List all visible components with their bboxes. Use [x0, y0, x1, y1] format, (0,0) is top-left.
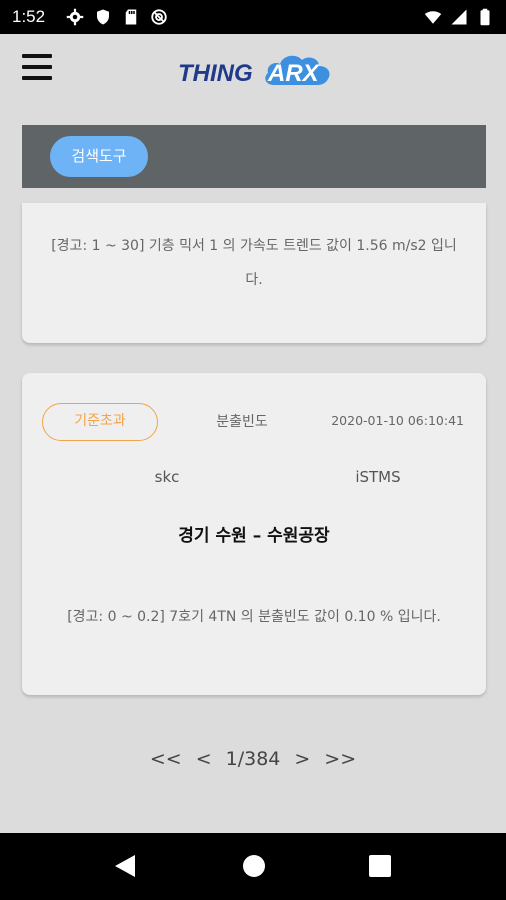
alert-company: skc: [154, 468, 180, 486]
status-time: 1:52: [12, 7, 46, 26]
logo-text-thing: THING: [178, 60, 253, 87]
pagination: << < 1/384 > >>: [0, 748, 506, 770]
alert-system: iSTMS: [355, 468, 401, 486]
sd-card-icon: [122, 8, 140, 26]
last-page-button[interactable]: >>: [324, 748, 356, 770]
wifi-icon: [424, 8, 442, 26]
search-tool-button[interactable]: 검색도구: [50, 136, 148, 177]
hamburger-menu-icon[interactable]: [22, 54, 52, 80]
app-header: THING ARX: [0, 34, 506, 114]
signal-icon: [450, 8, 468, 26]
home-icon[interactable]: [243, 855, 265, 877]
shield-icon: [94, 8, 112, 26]
prev-page-button[interactable]: <: [196, 748, 212, 770]
recents-icon[interactable]: [369, 855, 391, 877]
alert-message: [경고: 1 ~ 30] 기층 믹서 1 의 가속도 트렌드 값이 1.56 m…: [51, 238, 457, 288]
back-icon[interactable]: [114, 854, 136, 878]
status-badge: 기준초과: [42, 403, 158, 441]
battery-icon: [476, 8, 494, 26]
page-indicator: 1/384: [225, 748, 281, 770]
alert-card[interactable]: 기준초과 분출빈도 2020-01-10 06:10:41 skc iSTMS …: [22, 373, 486, 695]
search-bar: 검색도구: [22, 125, 486, 188]
status-icons-right: [424, 8, 494, 26]
logo-text-arx: ARX: [268, 60, 319, 87]
thingarx-logo: THING ARX: [178, 50, 338, 90]
alert-message: [경고: 0 ~ 0.2] 7호기 4TN 의 분출빈도 값이 0.10 % 입…: [67, 609, 441, 625]
first-page-button[interactable]: <<: [150, 748, 182, 770]
navigation-bar: [0, 833, 506, 900]
sync-icon: [150, 8, 168, 26]
status-icons-left: [66, 8, 168, 26]
status-bar: 1:52: [0, 0, 506, 34]
gear-icon: [66, 8, 84, 26]
alert-card[interactable]: [경고: 1 ~ 30] 기층 믹서 1 의 가속도 트렌드 값이 1.56 m…: [22, 203, 486, 343]
next-page-button[interactable]: >: [294, 748, 310, 770]
alert-timestamp: 2020-01-10 06:10:41: [331, 413, 464, 428]
alert-location: 경기 수원 – 수원공장: [178, 526, 330, 546]
alert-metric: 분출빈도: [216, 414, 268, 430]
